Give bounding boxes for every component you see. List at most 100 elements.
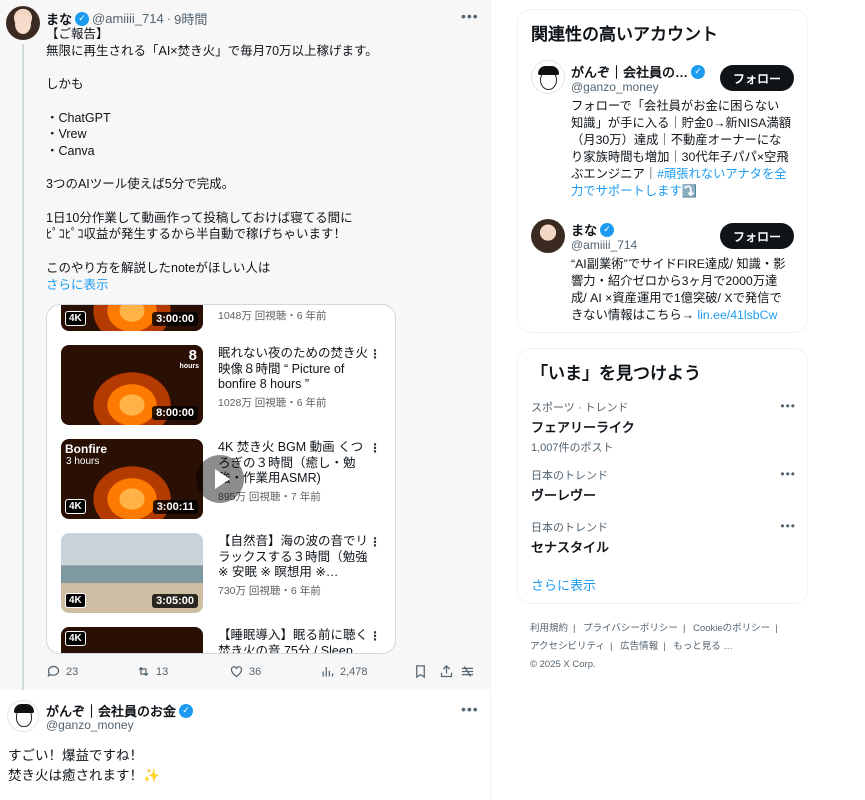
tweet-ganzo[interactable]: がんぞ｜会社員のお金 ✓ @ganzo_money ••• すごい！爆益ですね！… xyxy=(0,690,490,800)
bio-line: ぶエンジニア｜ xyxy=(571,167,658,181)
bookmark-button[interactable] xyxy=(413,664,428,679)
avatar-hair xyxy=(14,704,34,713)
account-bio: “AI副業術”でサイドFIRE達成/ 知識・影 響力・紹介ゼロから3ヶ月で200… xyxy=(571,256,795,324)
video-duration: 3:05:00 xyxy=(152,594,198,608)
4k-badge: 4K xyxy=(65,593,86,608)
tweet-line: ・ChatGPT xyxy=(46,110,111,125)
trend-item[interactable]: 日本のトレンド ヴーレヴー ••• xyxy=(531,467,796,504)
video-thumbnail: 4K 3:00:00 xyxy=(61,305,203,331)
video-item: 4K 3:00:00 1048万 回視聴・6 年前 xyxy=(61,305,391,339)
video-duration: 8:00:00 xyxy=(152,406,198,420)
verified-badge-icon: ✓ xyxy=(691,64,706,79)
trend-category: 日本のトレンド xyxy=(531,470,608,482)
avatar[interactable] xyxy=(531,60,565,94)
author-handle[interactable]: @amiiii_714 xyxy=(92,11,164,26)
tweet-line xyxy=(46,93,466,110)
arrow-emoji: ⤵️ xyxy=(681,184,697,198)
retweet-icon xyxy=(138,666,149,677)
hashtag-link[interactable]: #頑張れないアナタを全 xyxy=(657,167,787,181)
tweet-line xyxy=(46,59,466,76)
4k-badge: 4K xyxy=(65,311,86,326)
footer-link-more[interactable]: もっと見る … xyxy=(673,641,733,652)
follow-button[interactable]: フォロー xyxy=(720,65,794,91)
profile-link[interactable]: lin.ee/41lsbCw xyxy=(697,308,777,322)
tweet-line xyxy=(46,243,466,260)
account-name[interactable]: まな xyxy=(571,220,597,239)
play-icon[interactable] xyxy=(196,455,244,503)
footer-link-accessibility[interactable]: アクセシビリティ xyxy=(530,641,605,652)
like-button[interactable]: 36 xyxy=(229,664,261,679)
bookmark-icon xyxy=(416,665,425,679)
tweet-line xyxy=(46,193,466,210)
avatar[interactable] xyxy=(531,219,565,253)
bio-line: 響力・紹介ゼロから3ヶ月で2000万達 xyxy=(571,274,778,288)
account-handle[interactable]: @amiiii_714 xyxy=(571,238,637,252)
video-item: 4K 3:05:00 【自然音】海の波の音でリラックスする３時間（勉強 ※ 安眠… xyxy=(61,533,391,621)
more-options-icon[interactable]: ••• xyxy=(461,701,479,717)
account-handle[interactable]: @ganzo_money xyxy=(571,80,659,94)
views-button[interactable]: 2,478 xyxy=(320,664,368,679)
thumbnail-overlay-sub: hours xyxy=(179,363,199,370)
action-bar: 23 13 36 2,478 xyxy=(46,664,482,682)
avatar[interactable] xyxy=(6,6,40,40)
more-options-icon[interactable]: ••• xyxy=(780,519,796,533)
tweet-line: 焚き火は癒されます！✨ xyxy=(8,768,160,783)
copyright: © 2025 X Corp. xyxy=(530,659,596,670)
retweet-count: 13 xyxy=(156,665,169,678)
tweet-line: ・Vrew xyxy=(46,127,87,142)
grok-icon xyxy=(461,666,474,677)
footer-link-privacy[interactable]: プライバシーポリシー xyxy=(583,623,678,634)
hashtag-link[interactable]: 力でサポートします xyxy=(571,184,682,198)
related-accounts-card: 関連性の高いアカウント がんぞ｜会社員の… ✓ @ganzo_money フォロ… xyxy=(517,9,808,333)
follow-button[interactable]: フォロー xyxy=(720,223,794,249)
tweet-line: 【ご報告】 xyxy=(46,27,109,41)
more-options-icon[interactable]: ••• xyxy=(780,399,796,413)
4k-badge: 4K xyxy=(65,631,86,646)
tweet-line: 無限に再生される「AI×焚き火」で毎月70万以上稼げます。 xyxy=(46,43,378,58)
video-duration: 3:00:00 xyxy=(152,312,198,326)
thumbnail-overlay-sub: 3 hours xyxy=(66,456,100,467)
footer-link-ads[interactable]: 広告情報 xyxy=(620,641,658,652)
footer-link-cookie[interactable]: Cookieのポリシー xyxy=(693,623,770,634)
author-handle[interactable]: @ganzo_money xyxy=(46,718,134,732)
tweet-line: 3つのAIツール使えば5分で完成。 xyxy=(46,177,235,192)
grok-button[interactable] xyxy=(460,664,475,679)
bio-line: きない情報はこちら→ xyxy=(571,308,698,322)
footer-link-terms[interactable]: 利用規約 xyxy=(530,623,568,634)
avatar[interactable] xyxy=(7,700,39,732)
card-title: 「いま」を見つけよう xyxy=(531,364,701,383)
account-name[interactable]: がんぞ｜会社員の… xyxy=(571,62,688,81)
more-options-icon[interactable]: ••• xyxy=(780,467,796,481)
trend-post-count: 1,007件のポスト xyxy=(531,442,614,454)
bio-line: （月30万）達成｜不動産オーナーにな xyxy=(571,133,782,147)
trend-item[interactable]: 日本のトレンド セナスタイル ••• xyxy=(531,519,796,556)
4k-badge: 4K xyxy=(65,499,86,514)
bio-line: “AI副業術”でサイドFIRE達成/ 知識・影 xyxy=(571,257,786,271)
tweet-line: このやり方を解説したnoteがほしい人は xyxy=(46,260,271,275)
bio-line: フォローで「会社員がお金に困らない xyxy=(571,99,780,113)
show-more-link[interactable]: さらに表示 xyxy=(46,277,466,294)
show-more-link[interactable]: さらに表示 xyxy=(531,575,596,594)
video-title: 眠れない夜のための焚き火映像８時間 “ Picture of bonfire 8… xyxy=(218,346,368,391)
video-item: 8 hours 8:00:00 眠れない夜のための焚き火映像８時間 “ Pict… xyxy=(61,345,391,433)
retweet-button[interactable]: 13 xyxy=(136,664,168,679)
trend-category: 日本のトレンド xyxy=(531,522,608,534)
reply-icon xyxy=(47,665,60,678)
bio-line: 知識」が手に入る｜貯金0→新NISA満額 xyxy=(571,116,791,130)
account-bio: フォローで「会社員がお金に困らない 知識」が手に入る｜貯金0→新NISA満額 （… xyxy=(571,98,795,200)
footer: 利用規約 | プライバシーポリシー | Cookieのポリシー | アクセシビリティ |… xyxy=(530,620,810,674)
reply-button[interactable]: 23 xyxy=(46,664,78,679)
video-menu-icon: ⋮ xyxy=(369,629,381,643)
account-name-row: がんぞ｜会社員の… ✓ xyxy=(571,62,706,81)
video-meta: 1028万 回視聴・6 年前 xyxy=(218,397,327,409)
thread-line xyxy=(22,44,24,690)
share-button[interactable] xyxy=(439,664,454,679)
bio-line: 成/ AI ×資産運用で1億突破/ Xで発信で xyxy=(571,291,782,305)
more-options-icon[interactable]: ••• xyxy=(461,8,479,24)
share-icon xyxy=(440,664,453,678)
tweet-mana[interactable]: まな ✓ @amiiii_714 · 9時間 ••• 【ご報告】 無限に再生され… xyxy=(0,0,490,690)
tweet-line: すごい！爆益ですね！ xyxy=(8,748,143,763)
tweet-text: すごい！爆益ですね！ 焚き火は癒されます！✨ xyxy=(8,746,160,786)
trend-name: フェアリーライク xyxy=(531,420,635,435)
trend-item[interactable]: スポーツ · トレンド フェアリーライク 1,007件のポスト ••• xyxy=(531,399,796,455)
